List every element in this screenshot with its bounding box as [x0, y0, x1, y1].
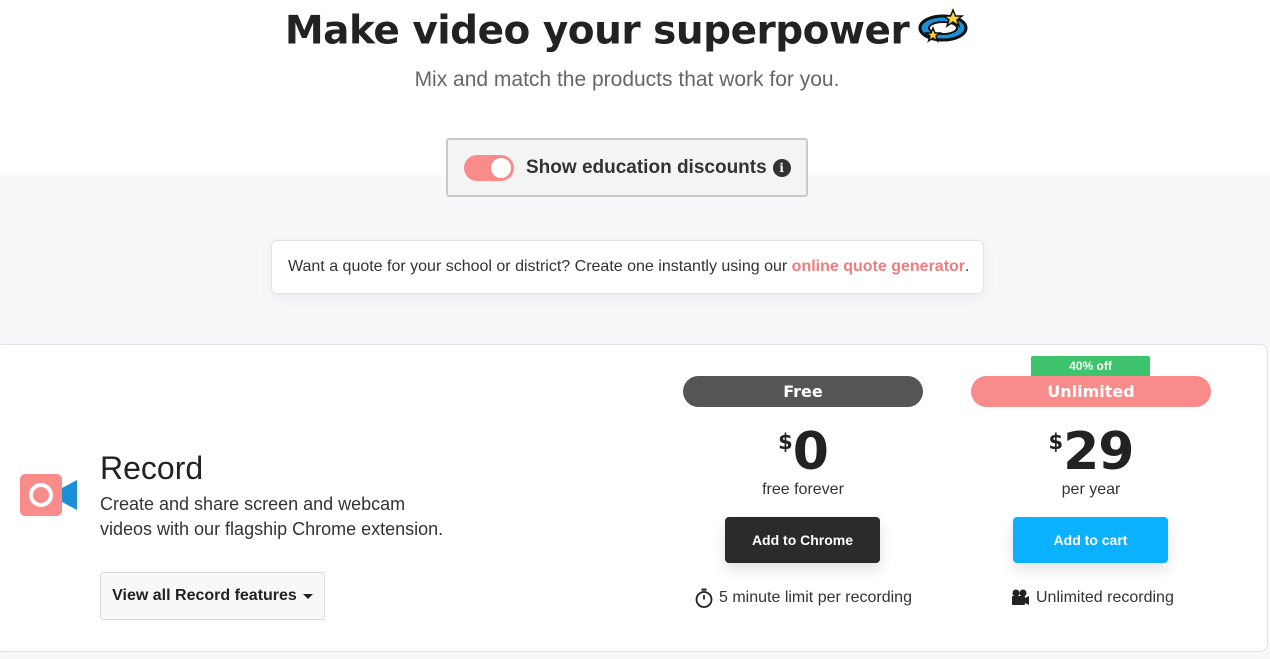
price-free: $0: [683, 422, 923, 482]
add-to-chrome-button[interactable]: Add to Chrome: [725, 517, 880, 563]
camera-icon: [20, 474, 78, 521]
page-title-text: Make video your superpower: [284, 8, 910, 54]
add-to-cart-button[interactable]: Add to cart: [1013, 517, 1168, 563]
price-amount: 0: [792, 422, 829, 482]
quote-suffix: .: [965, 258, 970, 275]
caret-down-icon: [302, 593, 313, 599]
product-description: Create and share screen and webcam video…: [100, 494, 444, 539]
education-discount-label: Show education discounts: [526, 156, 767, 178]
currency-symbol: $: [778, 430, 793, 454]
education-discount-toggle-box: Show education discounts i: [446, 138, 808, 197]
stopwatch-icon: [695, 588, 713, 608]
product-name: Record: [100, 450, 204, 486]
free-feature: 5 minute limit per recording: [695, 588, 912, 608]
currency-symbol: $: [1048, 430, 1064, 454]
plan-label-unlimited: Unlimited: [971, 376, 1211, 407]
page-subtitle: Mix and match the products that work for…: [414, 68, 840, 91]
view-features-label: View all Record features: [112, 587, 297, 604]
unlimited-feature-text: Unlimited recording: [1036, 589, 1174, 606]
film-camera-icon: [1012, 589, 1029, 605]
view-features-button[interactable]: View all Record features: [100, 572, 325, 620]
quote-generator-link[interactable]: online quote generator: [792, 258, 965, 276]
price-unlimited: $29: [971, 422, 1211, 482]
page-title: Make video your superpower: [0, 8, 1254, 58]
price-period-free: free forever: [762, 481, 844, 498]
info-icon[interactable]: i: [772, 158, 791, 177]
education-discount-switch[interactable]: [464, 154, 514, 181]
unlimited-feature: Unlimited recording: [1010, 588, 1174, 608]
quote-banner: Want a quote for your school or district…: [271, 240, 984, 294]
quote-text: Want a quote for your school or district…: [288, 258, 792, 275]
free-feature-text: 5 minute limit per recording: [719, 589, 912, 606]
price-period-unlimited: per year: [1061, 481, 1121, 498]
plan-label-free: Free: [683, 376, 923, 407]
discount-badge: 40% off: [1031, 356, 1150, 376]
superpower-stars-icon: [917, 8, 969, 58]
price-amount: 29: [1063, 422, 1134, 482]
switch-knob: [491, 157, 511, 178]
